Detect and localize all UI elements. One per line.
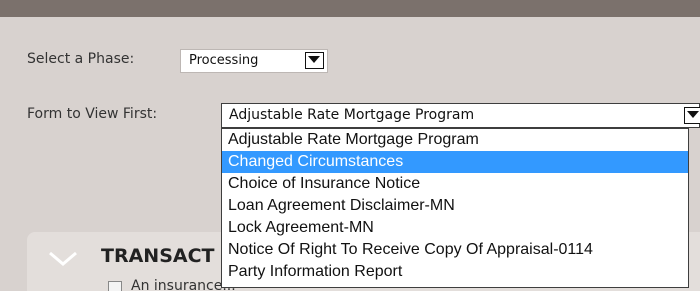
section-title: TRANSACT [101,245,215,267]
form-label: Form to View First: [27,106,158,122]
form-option[interactable]: Lock Agreement-MN [222,217,688,239]
phase-dropdown-button[interactable] [305,52,324,69]
form-view-settings: Select a Phase: Processing Form to View … [0,0,700,291]
form-option[interactable]: Adjustable Rate Mortgage Program [222,129,688,151]
phase-selected-value: Processing [189,53,259,68]
form-option[interactable]: Loan Agreement Disclaimer-MN [222,195,688,217]
chevron-down-icon[interactable] [48,250,78,267]
phase-label: Select a Phase: [27,51,135,67]
chevron-down-icon [308,56,320,63]
form-option-highlighted[interactable]: Changed Circumstances [222,151,688,173]
insurance-checkbox[interactable] [108,281,122,291]
form-options-list[interactable]: Adjustable Rate Mortgage Program Changed… [221,128,689,288]
top-header-bar [0,0,700,17]
phase-select[interactable]: Processing [180,49,328,73]
chevron-down-icon [687,111,699,118]
form-option[interactable]: Choice of Insurance Notice [222,173,688,195]
section-body-text: An insurance... [131,278,236,291]
form-selected-value: Adjustable Rate Mortgage Program [229,107,475,123]
form-select[interactable]: Adjustable Rate Mortgage Program [221,103,700,128]
form-dropdown-button[interactable] [684,107,700,124]
form-option[interactable]: Notice Of Right To Receive Copy Of Appra… [222,239,688,261]
form-option[interactable]: Party Information Report [222,261,688,283]
